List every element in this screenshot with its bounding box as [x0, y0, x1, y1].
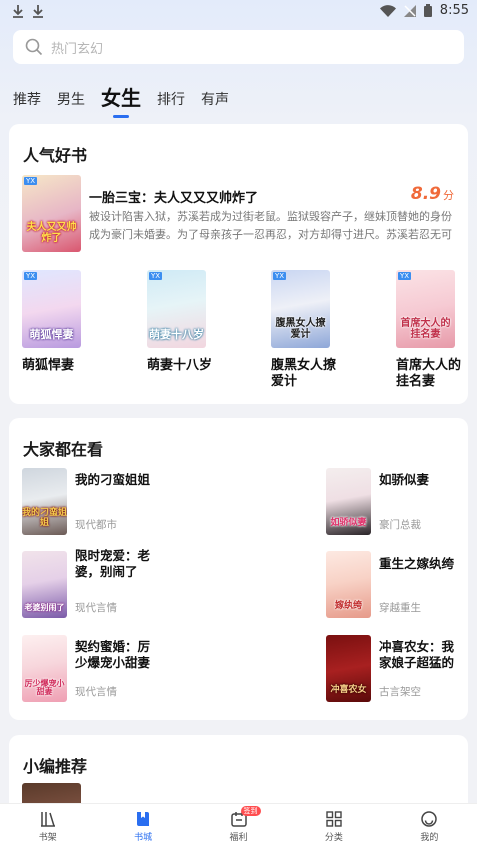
book-title: 萌狐悍妻 [22, 358, 75, 373]
everyone-watching-section: 大家都在看 我的刁蛮姐姐 我的刁蛮姐姐 现代都市 如骄似妻 如骄似妻 豪门总裁 … [9, 418, 468, 720]
nav-label: 书架 [38, 833, 57, 843]
section-title: 小编推荐 [23, 757, 88, 776]
book-cover: 老婆别闹了 [22, 551, 67, 618]
download-icon [33, 5, 43, 18]
book-cover: YX 首席大人的挂名妻 [396, 270, 455, 348]
popular-books-section: 人气好书 YX 夫人又又帅炸了 一胎三宝：夫人又又又帅炸了 8.9 分 被设计陷害… [9, 124, 468, 404]
book-title: 萌妻十八岁 [147, 358, 213, 373]
search-bar[interactable]: 热门玄幻 [13, 30, 464, 64]
book-cover: 嫁纨绔 [326, 551, 371, 618]
book-genre: 现代言情 [75, 602, 117, 614]
book-title: 如骄似妻 [379, 472, 430, 487]
book-title: 冲喜农女：我家娘子超猛的 [379, 639, 455, 670]
profile-icon [421, 811, 438, 827]
cover-title: 厉少爆宠小甜妻 [24, 677, 65, 696]
checkin-badge: 签到 [240, 806, 261, 816]
book-genre: 现代都市 [75, 519, 117, 531]
section-title: 大家都在看 [23, 440, 104, 459]
nav-label: 书城 [134, 833, 153, 843]
cover-title: 萌妻十八岁 [149, 327, 204, 341]
cover-tag: YX [273, 272, 287, 280]
book-genre: 穿越重生 [379, 602, 421, 614]
score-unit: 分 [443, 189, 454, 202]
tab-audio[interactable]: 有声 [201, 90, 229, 110]
book-cover: YX 萌妻十八岁 [147, 270, 206, 348]
book-title: 限时宠爱：老婆，别闹了 [75, 548, 151, 579]
book-cover: YX 萌狐悍妻 [22, 270, 81, 348]
book-genre: 豪门总裁 [379, 519, 421, 531]
book-title: 首席大人的挂名妻 [396, 358, 462, 389]
cover-title: 我的刁蛮姐姐 [22, 508, 67, 528]
no-signal-icon [403, 4, 416, 17]
book-title: 重生之嫁纨绔 [379, 556, 455, 571]
tab-female[interactable]: 女生 [101, 86, 141, 110]
book-title: 契约蜜婚：厉少爆宠小甜妻 [75, 639, 151, 670]
book-cover: 厉少爆宠小甜妻 [22, 635, 67, 702]
search-icon [25, 38, 43, 56]
bookstore-icon [137, 812, 150, 826]
book-genre: 现代言情 [75, 686, 117, 698]
book-genre: 古言架空 [379, 686, 421, 698]
book-cover: 如骄似妻 [326, 468, 371, 535]
bottom-navigation: 书架 书城 签到 福利 分类 我的 [0, 803, 477, 848]
book-title: 我的刁蛮姐姐 [75, 472, 151, 487]
book-description: 被设计陷害入狱，苏溪若成为过街老鼠。监狱毁容产子，继妹顶替她的身份成为豪门未婚妻… [89, 210, 452, 241]
nav-label: 分类 [324, 833, 343, 843]
cover-title: 夫人又又帅炸了 [26, 222, 77, 244]
cover-title: 冲喜农女 [330, 684, 367, 695]
cover-title: 首席大人的挂名妻 [400, 318, 451, 340]
search-placeholder: 热门玄幻 [51, 41, 104, 57]
book-title: 一胎三宝：夫人又又又帅炸了 [89, 191, 259, 206]
cover-tag: YX [398, 272, 412, 280]
nav-bookstore[interactable]: 书城 [95, 804, 190, 848]
book-cover: YX 夫人又又帅炸了 [22, 175, 81, 252]
cover-tag: YX [24, 177, 38, 185]
book-cover: YX 腹黑女人撩爱计 [271, 270, 330, 348]
section-title: 人气好书 [23, 146, 88, 165]
channel-tabs: 推荐 男生 女生 排行 有声 [13, 76, 245, 110]
cover-tag: YX [149, 272, 163, 280]
status-bar: 8:55 [0, 0, 477, 24]
bookshelf-icon [40, 812, 55, 827]
download-icon [13, 5, 23, 18]
book-cover: 冲喜农女 [326, 635, 371, 702]
cover-tag: YX [24, 272, 38, 280]
tab-recommend[interactable]: 推荐 [13, 90, 41, 110]
book-cover: 我的刁蛮姐姐 [22, 468, 67, 535]
nav-category[interactable]: 分类 [286, 804, 381, 848]
tab-ranking[interactable]: 排行 [157, 90, 185, 110]
score-value: 8.9 [410, 184, 441, 204]
wifi-icon [379, 4, 396, 17]
nav-welfare[interactable]: 签到 福利 [191, 804, 286, 848]
cover-title: 如骄似妻 [330, 517, 367, 528]
nav-label: 福利 [229, 833, 248, 843]
clock: 8:55 [439, 3, 469, 18]
cover-title: 腹黑女人撩爱计 [275, 318, 326, 340]
nav-bookshelf[interactable]: 书架 [0, 804, 95, 848]
cover-title: 萌狐悍妻 [29, 327, 74, 341]
nav-profile[interactable]: 我的 [382, 804, 477, 848]
battery-icon [423, 4, 432, 17]
cover-title: 嫁纨绔 [334, 600, 362, 611]
cover-title: 老婆别闹了 [24, 601, 65, 612]
category-grid-icon [326, 811, 342, 827]
book-title: 腹黑女人撩爱计 [271, 358, 337, 389]
tab-male[interactable]: 男生 [57, 90, 85, 110]
nav-label: 我的 [420, 833, 439, 843]
book-score: 8.9 分 [411, 184, 454, 204]
